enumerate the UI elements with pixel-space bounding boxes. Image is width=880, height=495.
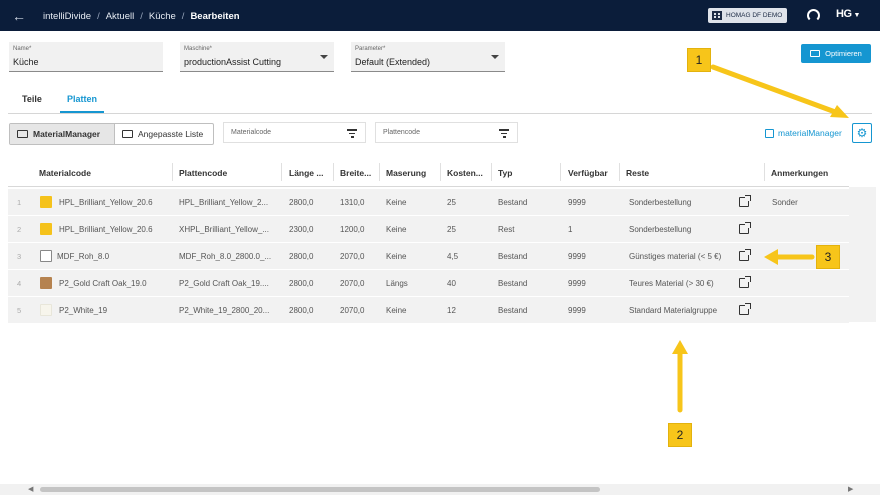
callout-badge-1: 1 [688,49,710,71]
horizontal-scrollbar[interactable]: ◀ ▶ [0,484,880,495]
annotation-arrows [672,64,849,413]
scroll-left-icon[interactable]: ◀ [28,485,33,493]
callout-arrow-1 [710,64,849,118]
scroll-right-icon[interactable]: ▶ [848,485,853,493]
scroll-thumb[interactable] [40,487,600,492]
callout-arrow-2 [672,340,688,413]
callout-arrow-3 [764,249,815,265]
callout-badge-3: 3 [817,246,839,268]
callout-badge-2: 2 [669,424,691,446]
